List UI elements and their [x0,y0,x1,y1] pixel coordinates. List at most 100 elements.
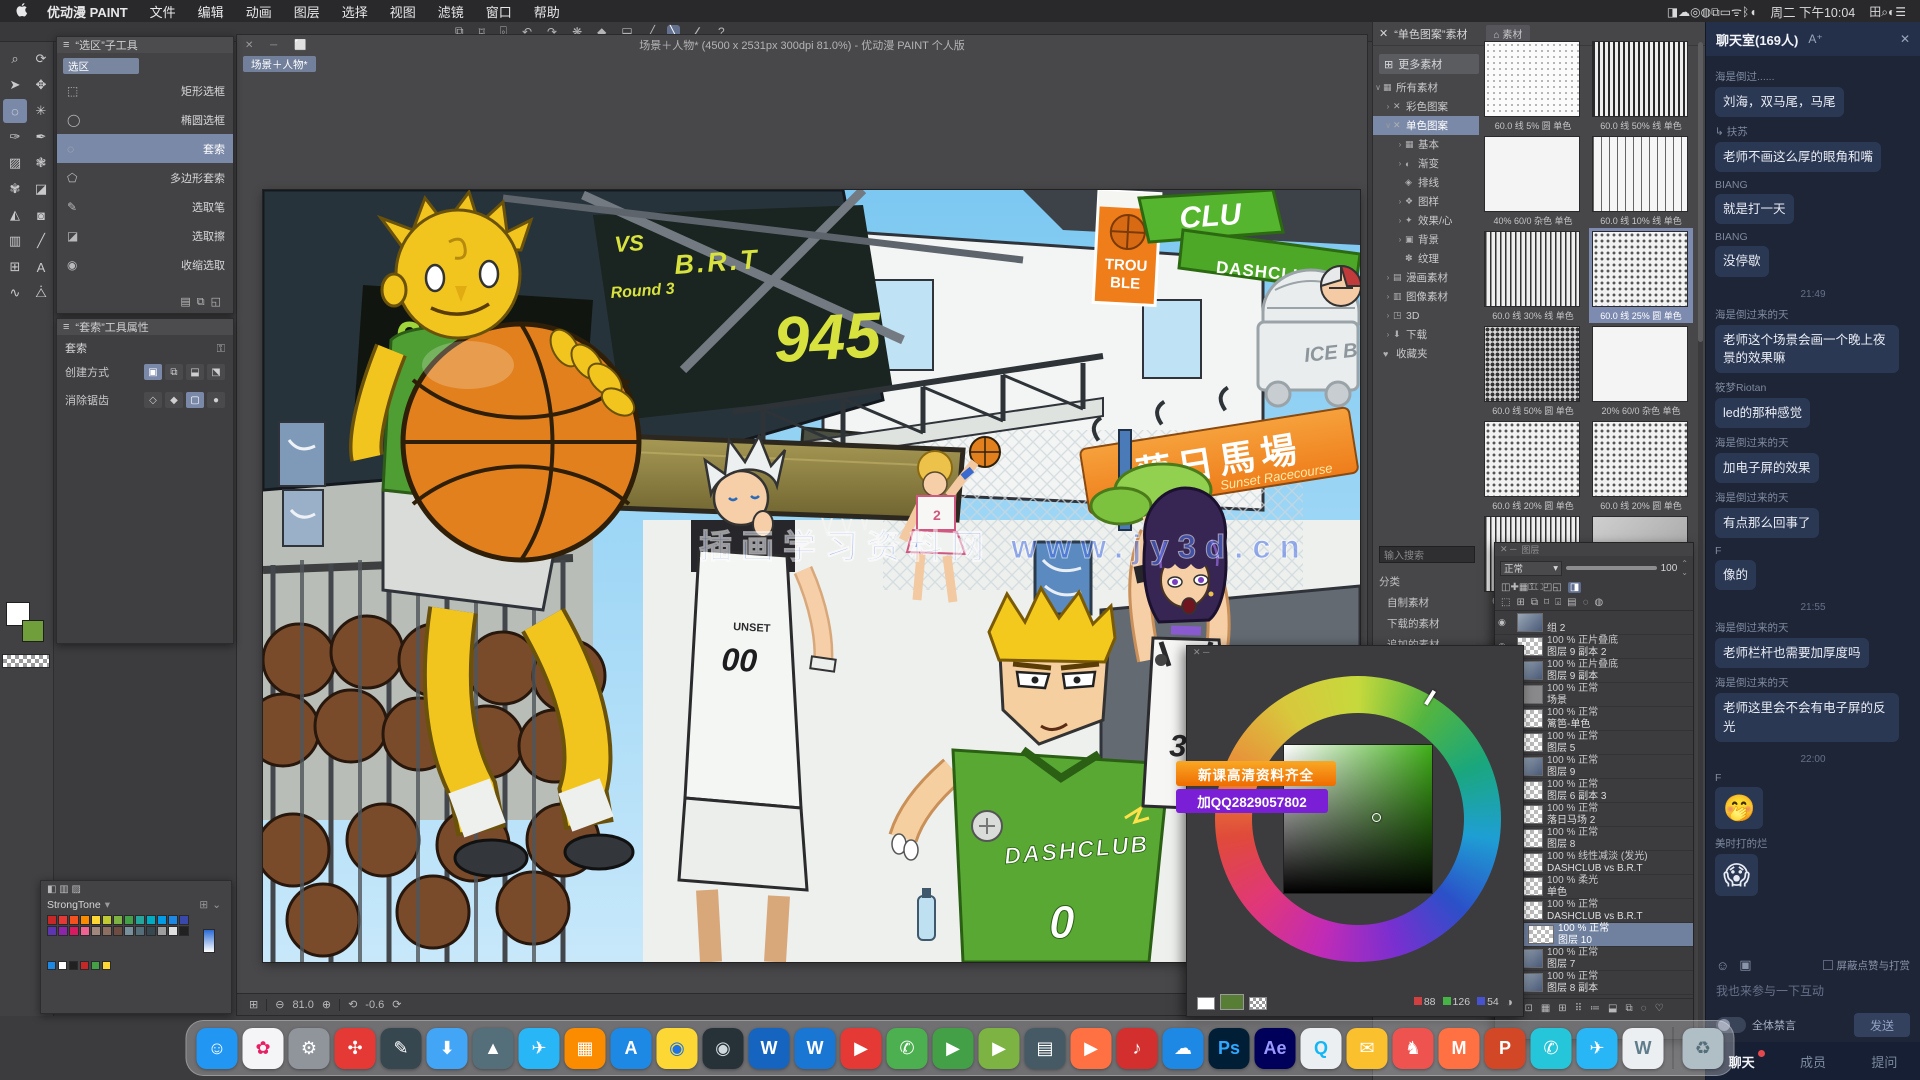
material-tree-item[interactable]: › ▥ 图像素材 [1373,287,1479,306]
files-app[interactable]: ▤ [1025,1028,1066,1069]
material-pattern-item[interactable]: 60.0 线 20% 圆 单色 [1589,418,1693,513]
category-item[interactable]: 自制素材 [1373,592,1481,613]
layer-row[interactable]: ◉ ✎ 100 % 柔光 单色 [1495,875,1693,899]
active-app-name[interactable]: 优动漫 PAINT [47,2,128,21]
subtool-group-tab[interactable]: 选区 [63,58,139,74]
iqiyi[interactable]: ▶ [933,1028,974,1069]
property-option-button[interactable]: ◆ [165,392,183,408]
powerpoint[interactable]: P [1485,1028,1526,1069]
layers-footer-icon[interactable]: ⊞ [1558,1003,1566,1014]
material-tree-item[interactable]: ◈ 排线 [1373,173,1479,192]
property-option-button[interactable]: ⬔ [207,364,225,380]
chat-tab[interactable]: 提问 [1871,1052,1897,1071]
layer-action-icon[interactable]: ⬚ [1501,597,1510,608]
layers-footer-icon[interactable]: ♡ [1655,1003,1664,1014]
zoom-tool[interactable]: ⌕ [3,47,27,71]
color-swatch[interactable] [113,915,123,925]
material-tree-item[interactable]: ✽ 纹理 [1373,249,1479,268]
color-swatch[interactable] [58,915,68,925]
close-icon[interactable]: ✕ [1900,32,1910,46]
sv-cursor[interactable] [1372,813,1381,822]
panel-menu-icon[interactable]: ≡ [63,39,69,51]
layer-thumbnail[interactable] [1517,613,1543,632]
meeting-app[interactable]: ✆ [1531,1028,1572,1069]
chat-message-list[interactable]: 海是倒过...... 刘海，双马尾，马尾 ↳ 扶苏 老师不画这么厚的眼角和嘴 B… [1706,56,1920,952]
light-table-tool[interactable]: ⧊ [29,281,53,305]
menubar-menu[interactable]: 文件 [150,5,176,20]
layer-row[interactable]: ◉ ✎ 100 % 正常 图层 10 [1495,923,1693,947]
layer-row[interactable]: ◉ ✎ 100 % 正常 篱笆-单色 [1495,707,1693,731]
mail[interactable]: ✉ [1347,1028,1388,1069]
property-option-button[interactable]: ▢ [186,392,204,408]
layer-row[interactable]: ◉ ✎ 100 % 正片叠底 图层 9 副本 2 [1495,635,1693,659]
frame-border-tool[interactable]: ⊞ [3,255,27,279]
subtool-item[interactable]: ◪ 选取擦 [57,221,233,250]
subtool-footer-icons[interactable]: ▤⧉◱ [180,295,227,309]
send-button[interactable]: 发送 [1854,1013,1910,1037]
color-swatch[interactable] [91,926,101,936]
color-swatch[interactable] [47,915,57,925]
blend-tool[interactable]: ◭ [3,203,27,227]
menubar-clock[interactable]: 周二 下午10:04 [1770,2,1855,21]
color-swatch[interactable] [146,915,156,925]
display-mirror-icon[interactable]: ⧉ [1711,5,1720,19]
material-pattern-item[interactable]: 60.0 线 5% 圆 单色 [1481,38,1585,133]
material-pattern-item[interactable]: 60.0 线 50% 线 单色 [1589,38,1693,133]
material-tree-item[interactable]: ♥ 收藏夹 [1373,344,1479,363]
layer-row[interactable]: ◉ ✎ 100 % 正常 图层 8 [1495,827,1693,851]
color-swatch[interactable] [168,915,178,925]
wifi-icon[interactable]: ᯤ [1731,5,1742,19]
property-option-button[interactable]: ▣ [144,364,162,380]
menubar-menu[interactable]: 视图 [390,5,416,20]
auto-select-tool[interactable]: ✳ [29,99,53,123]
material-pattern-item[interactable]: 40% 60/0 杂色 单色 [1481,133,1585,228]
finder[interactable]: ☺ [197,1028,238,1069]
layer-action-icon[interactable]: ⌻ [1555,597,1561,608]
checkbox-icon[interactable] [1823,960,1833,970]
paint-app[interactable]: ✎ [381,1028,422,1069]
window-controls[interactable]: ✕ ─ [1193,647,1209,658]
cloud-sync-icon[interactable]: ☁ [1678,5,1690,19]
rotate-right-icon[interactable]: ⟳ [392,998,401,1011]
color-swatches[interactable] [1197,994,1267,1010]
material-pattern-item[interactable]: 20% 60/0 杂色 单色 [1589,323,1693,418]
layer-tool-icon[interactable]: ◰ [1543,582,1552,593]
apple-menu-icon[interactable] [16,2,29,20]
rocket-app[interactable]: ▲ [473,1028,514,1069]
subtool-item[interactable]: ◯ 椭圆选框 [57,105,233,134]
layers-footer-icon[interactable]: ⬓ [1608,1003,1617,1014]
mute-likes-option[interactable]: 屏蔽点赞与打赏 [1823,958,1911,973]
material-tree-item[interactable]: › ▦ 基本 [1373,135,1479,154]
rotate-left-icon[interactable]: ⟲ [348,998,357,1011]
record-icon[interactable]: ◍ [1701,5,1711,19]
safari[interactable]: ✈ [519,1028,560,1069]
color-set-actions[interactable]: ⊞⌄ [199,899,225,911]
material-search-input[interactable]: 输入搜索 [1379,546,1475,563]
mini-color-swatch[interactable] [91,961,100,970]
layer-action-icon[interactable]: ▤ [1567,597,1576,608]
color-swatch[interactable] [179,915,189,925]
layer-row[interactable]: ◉ ✎ 组 2 [1495,611,1693,635]
mini-color-swatch[interactable] [58,961,67,970]
property-option-button[interactable]: ⬓ [186,364,204,380]
layer-color-icon[interactable]: ◨ [1568,582,1581,593]
selection-tool[interactable]: ◌ [3,99,27,123]
downloads[interactable]: ⬇ [427,1028,468,1069]
material-tree-item[interactable]: ∨ ▦ 所有素材 [1373,78,1479,97]
property-option-button[interactable]: ● [207,392,225,408]
after-effects[interactable]: Ae [1255,1028,1296,1069]
gradient-tool[interactable]: ▥ [3,229,27,253]
volume-icon[interactable]: ◖ [1749,5,1756,19]
color-swatch[interactable] [179,926,189,936]
window-controls[interactable]: ✕ ─ [1500,544,1516,555]
layer-row[interactable]: ◉ ✎ 100 % 正常 图层 8 副本 [1495,971,1693,995]
color-swatch[interactable] [146,926,156,936]
panel-menu-icon[interactable]: ≡ [63,321,69,333]
layer-row[interactable]: ◉ ✎ 100 % 正常 场景 [1495,683,1693,707]
material-pattern-item[interactable]: 60.0 线 25% 圆 单色 [1589,228,1693,323]
layer-row[interactable]: ◉ ✎ 100 % 线性减淡 (发光) DASHCLUB vs B.R.T [1495,851,1693,875]
navigator-icon[interactable]: ⊞ [249,998,258,1011]
move-tool[interactable]: ✥ [29,73,53,97]
menubar-menu[interactable]: 动画 [246,5,272,20]
app-status-icon-1[interactable]: ◨ [1667,5,1678,19]
